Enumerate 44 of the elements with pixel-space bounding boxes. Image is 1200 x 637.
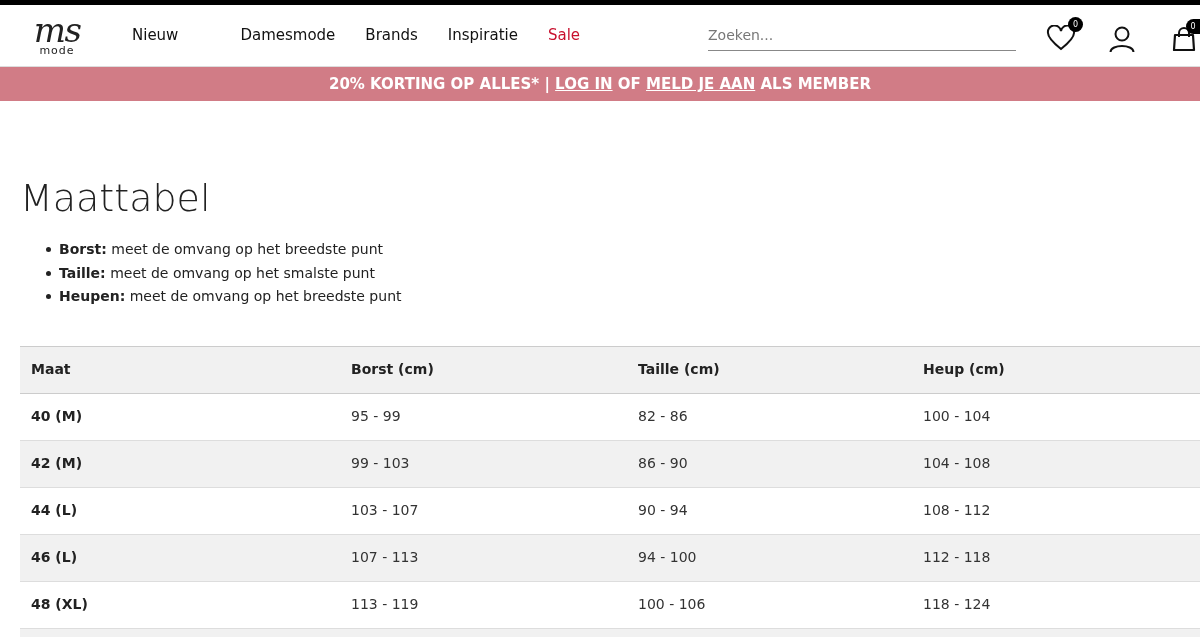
logo[interactable]: ms mode [22,15,92,56]
shopping-bag-icon[interactable] [1172,27,1196,51]
count-badge: 0 [1068,17,1083,32]
table-cell: 103 - 107 [351,502,419,518]
table-cell: 95 - 99 [351,408,401,424]
table-cell: 48 (XL) [31,596,88,612]
count-badge: 0 [1186,19,1200,34]
table-cell: 44 (L) [31,502,78,518]
nav-link[interactable]: Nieuw [132,24,179,47]
table-cell: 40 (M) [31,408,83,424]
user-icon[interactable] [1109,26,1135,53]
table-cell: 104 - 108 [923,455,991,471]
bullet-icon [46,247,51,253]
nav-link[interactable]: Sale [547,24,581,47]
table-cell: 118 - 124 [923,596,991,612]
search-field[interactable]: Zoeken... [708,19,1016,51]
column-header: Heup (cm) [923,361,1005,377]
table-cell: 108 - 112 [923,502,991,518]
measurement-note: Borst: meet de omvang op het breedste punt [59,240,384,259]
table-cell: 99 - 103 [351,455,410,471]
column-header: Borst (cm) [351,361,434,377]
nav-link[interactable]: Damesmode [240,24,336,47]
table-cell: 113 - 119 [351,596,419,612]
table-cell: 112 - 118 [923,549,991,565]
column-header: Taille (cm) [638,361,720,377]
nav-link[interactable]: Inspiratie [447,24,518,47]
table-cell: 42 (M) [31,455,83,471]
page-title: Maattabel [20,176,212,220]
table-cell: 82 - 86 [638,408,688,424]
column-header: Maat [31,361,71,377]
bullet-icon [46,270,51,276]
promo-banner-text: 20% KORTING OP ALLES* | LOG IN OF MELD JE AAN ALS MEMBER [329,73,871,95]
bullet-icon [46,294,51,300]
nav-link[interactable]: Brands [365,24,418,47]
table-cell: 86 - 90 [638,455,688,471]
table-cell: 90 - 94 [638,502,688,518]
table-cell: 100 - 104 [923,408,991,424]
table-cell: 46 (L) [31,549,78,565]
table-cell: 94 - 100 [638,549,697,565]
table-cell: 100 - 106 [638,596,706,612]
measurement-note: Taille: meet de omvang op het smalste punt [59,263,375,283]
measurement-note: Heupen: meet de omvang op het breedste punt [59,287,402,306]
table-cell: 107 - 113 [351,549,419,565]
heart-icon[interactable] [1046,25,1076,51]
